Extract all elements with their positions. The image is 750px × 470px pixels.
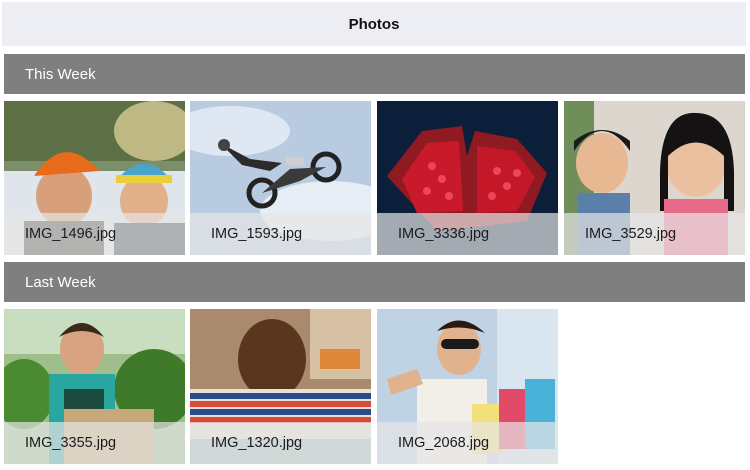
photo-tile-img-2068[interactable]: IMG_2068.jpg [377,309,558,464]
page-title: Photos [348,15,400,33]
photo-caption: IMG_1593.jpg [190,213,371,255]
photo-filename: IMG_3355.jpg [25,435,117,451]
photo-caption: IMG_2068.jpg [377,422,558,464]
photo-filename: IMG_1593.jpg [211,226,303,242]
title-bar: Photos [2,2,746,46]
photo-tile-img-1496[interactable]: IMG_1496.jpg [4,101,185,255]
photo-tile-img-3529[interactable]: IMG_3529.jpg [564,101,745,255]
section-label: Last Week [25,273,96,291]
photo-caption: IMG_3336.jpg [377,213,558,255]
section-header-last-week[interactable]: Last Week [4,262,745,302]
photo-tile-img-3355[interactable]: IMG_3355.jpg [4,309,185,464]
section-label: This Week [25,65,96,83]
photo-filename: IMG_1496.jpg [25,226,117,242]
photo-filename: IMG_3529.jpg [585,226,677,242]
photo-filename: IMG_1320.jpg [211,435,303,451]
photo-tile-img-3336[interactable]: IMG_3336.jpg [377,101,558,255]
photo-filename: IMG_3336.jpg [398,226,490,242]
photo-tile-img-1593[interactable]: IMG_1593.jpg [190,101,371,255]
photo-caption: IMG_1320.jpg [190,422,371,464]
photo-caption: IMG_3529.jpg [564,213,745,255]
photo-caption: IMG_3355.jpg [4,422,185,464]
section-header-this-week[interactable]: This Week [4,54,745,94]
photo-filename: IMG_2068.jpg [398,435,490,451]
photo-caption: IMG_1496.jpg [4,213,185,255]
photo-tile-img-1320[interactable]: IMG_1320.jpg [190,309,371,464]
